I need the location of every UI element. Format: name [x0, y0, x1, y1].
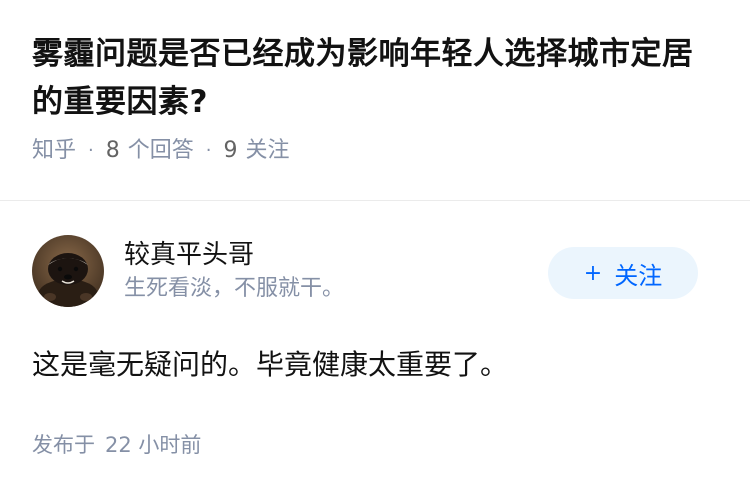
- section-divider: [0, 200, 750, 201]
- follow-button-label: 关注: [614, 261, 663, 290]
- follow-count-label: 关注: [245, 138, 290, 163]
- follow-count: 9: [223, 138, 238, 163]
- answer-content[interactable]: 这是毫无疑问的。毕竟健康太重要了。: [32, 345, 718, 385]
- answer-count-label[interactable]: 个回答: [128, 136, 194, 166]
- answer-card: 较真平头哥 生死看淡，不服就干。 + 关注 这是毫无疑问的。毕竟健康太重要了。 …: [32, 235, 718, 459]
- author-info: 较真平头哥 生死看淡，不服就干。: [124, 238, 344, 304]
- question-title[interactable]: 雾霾问题是否已经成为影响年轻人选择城市定居的重要因素?: [32, 30, 722, 126]
- author-bio: 生死看淡，不服就干。: [124, 276, 345, 301]
- meta-separator: ·: [205, 140, 212, 161]
- answer-count: 8: [105, 138, 120, 163]
- author-row: 较真平头哥 生死看淡，不服就干。 + 关注: [32, 235, 718, 307]
- publish-time: 22 小时前: [105, 433, 202, 457]
- meta-separator: ·: [88, 140, 94, 161]
- source-label: 知乎: [32, 138, 77, 163]
- honey-badger-avatar-icon: [32, 235, 104, 307]
- publish-prefix: 发布于: [32, 433, 95, 457]
- author-name[interactable]: 较真平头哥: [124, 238, 344, 272]
- publish-info: 发布于 22 小时前: [32, 431, 718, 459]
- plus-icon: +: [583, 260, 603, 286]
- question-meta: 知乎 · 8 个回答 · 9 关注: [32, 136, 718, 166]
- follow-button[interactable]: + 关注: [548, 247, 698, 299]
- avatar[interactable]: [32, 235, 104, 307]
- question-header: 雾霾问题是否已经成为影响年轻人选择城市定居的重要因素? 知乎 · 8 个回答 ·…: [0, 0, 750, 166]
